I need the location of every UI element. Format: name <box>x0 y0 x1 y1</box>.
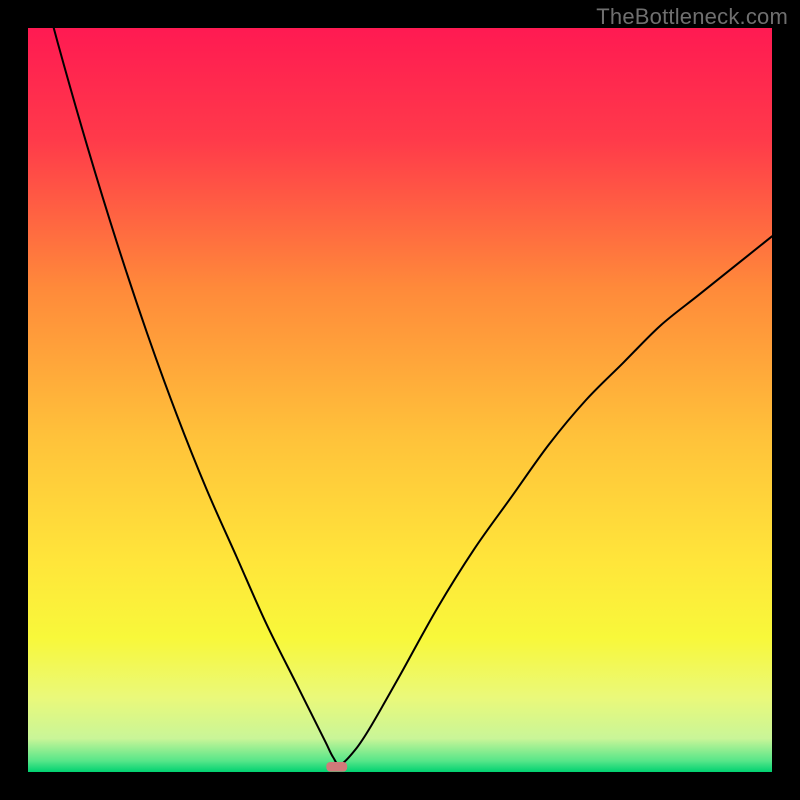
optimum-marker <box>326 762 347 772</box>
plot-area <box>28 28 772 772</box>
watermark-label: TheBottleneck.com <box>596 4 788 30</box>
chart-frame: TheBottleneck.com <box>0 0 800 800</box>
bottleneck-chart <box>28 28 772 772</box>
gradient-background <box>28 28 772 772</box>
